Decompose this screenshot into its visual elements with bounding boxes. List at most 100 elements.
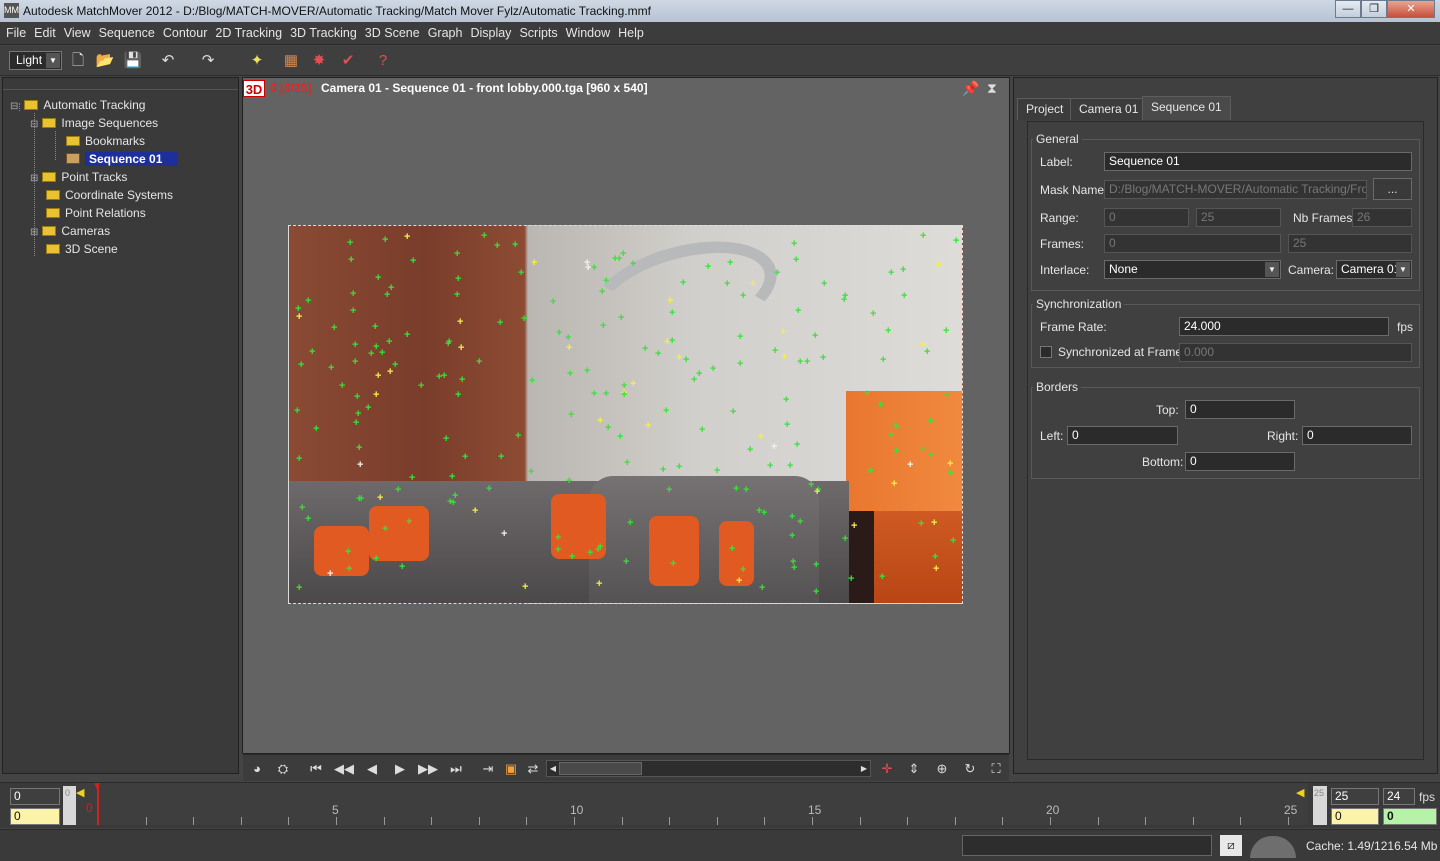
tree-root[interactable]: ⊟ Automatic Tracking <box>10 97 145 114</box>
track-point-icon[interactable]: + <box>683 355 689 366</box>
track-point-icon[interactable]: + <box>445 339 451 350</box>
track-point-icon[interactable]: + <box>696 369 702 380</box>
track-point-icon[interactable]: + <box>597 416 603 427</box>
track-point-icon[interactable]: + <box>603 276 609 287</box>
tree-item-point-relations[interactable]: Point Relations <box>46 205 146 222</box>
tree-item-bookmarks[interactable]: Bookmarks <box>66 133 145 150</box>
track-point-icon[interactable]: + <box>603 389 609 400</box>
track-point-icon[interactable]: + <box>612 254 618 265</box>
tree-item-3d-scene[interactable]: 3D Scene <box>46 241 118 258</box>
track-point-icon[interactable]: + <box>928 450 934 461</box>
menu-scripts[interactable]: Scripts <box>515 22 561 40</box>
film-strip-icon[interactable]: ▦ <box>279 49 303 73</box>
tab-camera-01[interactable]: Camera 01 <box>1070 98 1148 120</box>
track-point-icon[interactable]: + <box>596 579 602 590</box>
track-point-icon[interactable]: + <box>767 461 773 472</box>
track-point-icon[interactable]: + <box>880 355 886 366</box>
scroll-left-icon[interactable]: ◀ <box>547 761 559 776</box>
track-point-icon[interactable]: + <box>891 479 897 490</box>
menu-edit[interactable]: Edit <box>30 22 60 40</box>
track-point-icon[interactable]: + <box>841 295 847 306</box>
menu-view[interactable]: View <box>60 22 95 40</box>
track-point-icon[interactable]: + <box>795 306 801 317</box>
track-point-icon[interactable]: + <box>790 557 796 568</box>
save-icon[interactable]: 💾 <box>121 49 145 73</box>
track-point-icon[interactable]: + <box>797 517 803 528</box>
menu-window[interactable]: Window <box>562 22 614 40</box>
track-point-icon[interactable]: + <box>597 542 603 553</box>
dolly-icon[interactable]: ⇕ <box>904 759 924 779</box>
track-point-icon[interactable]: + <box>864 389 870 400</box>
track-point-icon[interactable]: + <box>630 379 636 390</box>
track-point-icon[interactable]: + <box>733 484 739 495</box>
track-point-icon[interactable]: + <box>567 369 573 380</box>
layout-select[interactable]: Light ▼ <box>9 51 62 70</box>
track-point-icon[interactable]: + <box>518 268 524 279</box>
track-point-icon[interactable]: + <box>399 562 405 573</box>
track-point-icon[interactable]: + <box>667 296 673 307</box>
track-point-icon[interactable]: + <box>443 434 449 445</box>
track-point-icon[interactable]: + <box>920 340 926 351</box>
track-point-icon[interactable]: + <box>627 518 633 529</box>
menu-3d-tracking[interactable]: 3D Tracking <box>286 22 361 40</box>
track-point-icon[interactable]: + <box>894 422 900 433</box>
fps-field[interactable]: 24 <box>1383 788 1415 805</box>
track-point-icon[interactable]: + <box>313 424 319 435</box>
new-file-icon[interactable]: 🗋 <box>66 49 90 73</box>
timeline-ruler[interactable]: ◀ ▼ 0 ◀ 5 10 15 20 25 <box>76 781 1308 825</box>
track-point-icon[interactable]: + <box>851 521 857 532</box>
tab-project[interactable]: Project <box>1017 98 1073 120</box>
track-point-icon[interactable]: + <box>358 494 364 505</box>
sync-checkbox[interactable] <box>1040 346 1052 358</box>
track-point-icon[interactable]: + <box>670 559 676 570</box>
next-key-icon[interactable]: ▶▶ <box>418 759 438 779</box>
track-point-icon[interactable]: + <box>900 265 906 276</box>
track-point-icon[interactable]: + <box>404 330 410 341</box>
minimize-button[interactable]: — <box>1335 0 1361 18</box>
track-point-icon[interactable]: + <box>783 395 789 406</box>
track-point-icon[interactable]: + <box>699 425 705 436</box>
track-point-icon[interactable]: + <box>457 317 463 328</box>
tab-sequence-01[interactable]: Sequence 01 <box>1142 96 1231 120</box>
track-point-icon[interactable]: + <box>354 392 360 403</box>
track-point-icon[interactable]: + <box>630 259 636 270</box>
track-point-icon[interactable]: + <box>600 321 606 332</box>
loop-icon[interactable]: ⇥ <box>478 759 498 779</box>
track-point-icon[interactable]: + <box>498 452 504 463</box>
label-field[interactable]: Sequence 01 <box>1104 152 1412 171</box>
track-point-icon[interactable]: + <box>867 466 873 477</box>
track-point-icon[interactable]: + <box>813 560 819 571</box>
range-start-handle[interactable]: 0 <box>63 786 76 825</box>
track-point-icon[interactable]: + <box>555 545 561 556</box>
play-icon[interactable]: ▶ <box>390 759 410 779</box>
orbit-icon[interactable]: ⊕ <box>932 759 952 779</box>
rotate-icon[interactable]: ↻ <box>960 759 980 779</box>
track-point-icon[interactable]: + <box>729 544 735 555</box>
track-point-icon[interactable]: + <box>737 332 743 343</box>
track-point-icon[interactable]: + <box>794 440 800 451</box>
track-point-icon[interactable]: + <box>774 268 780 279</box>
track-point-icon[interactable]: + <box>386 337 392 348</box>
track-point-icon[interactable]: + <box>680 278 686 289</box>
track-point-icon[interactable]: + <box>331 323 337 334</box>
track-point-icon[interactable]: + <box>787 461 793 472</box>
tree-item-image-sequences[interactable]: ⊟ Image Sequences <box>30 115 158 132</box>
frame-scrollbar[interactable]: ◀ ▶ <box>546 760 871 777</box>
right-field[interactable]: 0 <box>1302 426 1412 445</box>
track-point-icon[interactable]: + <box>947 468 953 479</box>
redo-icon[interactable]: ↷ <box>196 49 220 73</box>
track-point-icon[interactable]: + <box>357 460 363 471</box>
track-point-icon[interactable]: + <box>395 485 401 496</box>
frame-rate-field[interactable]: 24.000 <box>1179 317 1389 336</box>
track-point-icon[interactable]: + <box>556 328 562 339</box>
track-point-icon[interactable]: + <box>901 291 907 302</box>
track-point-icon[interactable]: + <box>888 430 894 441</box>
track-point-icon[interactable]: + <box>736 576 742 587</box>
close-button[interactable]: ✕ <box>1387 0 1435 18</box>
track-point-icon[interactable]: + <box>452 491 458 502</box>
track-point-icon[interactable]: + <box>591 389 597 400</box>
track-point-icon[interactable]: + <box>743 485 749 496</box>
track-point-icon[interactable]: + <box>655 349 661 360</box>
track-point-icon[interactable]: + <box>747 445 753 456</box>
tree-item-sequence-01[interactable]: Sequence 01 <box>66 151 179 168</box>
